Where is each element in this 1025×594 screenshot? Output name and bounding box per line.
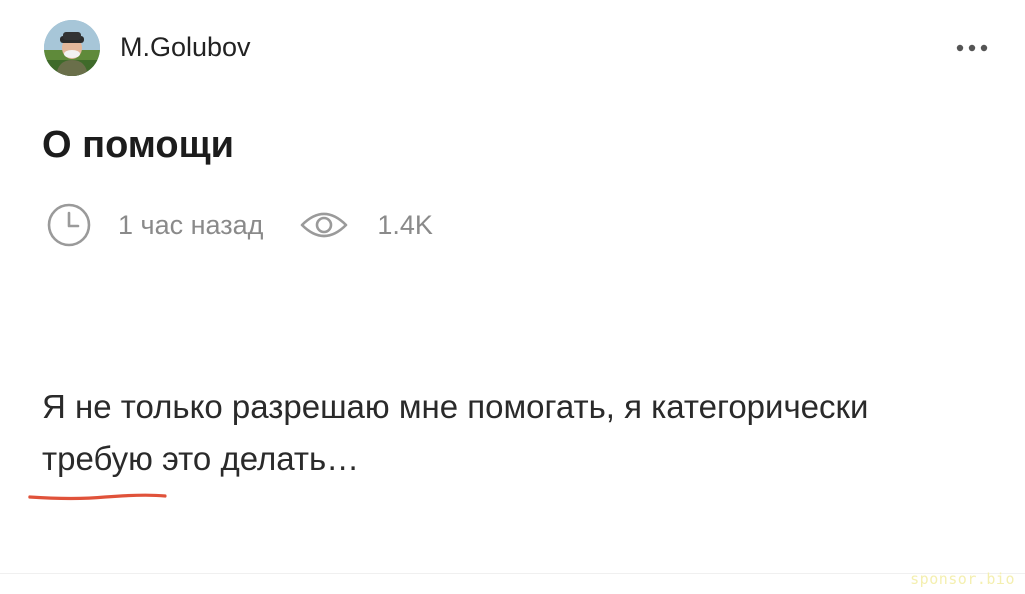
post-views: 1.4K <box>377 209 433 240</box>
post-meta: 1 час назад 1.4K <box>46 203 433 247</box>
watermark: sponsor.bio <box>910 570 1015 588</box>
post-body-text-end: это делать… <box>152 440 360 477</box>
clock-icon <box>46 202 92 248</box>
author-avatar[interactable] <box>44 20 100 76</box>
eye-icon <box>299 209 349 241</box>
post-header: M.Golubov <box>44 20 994 76</box>
post-time: 1 час назад <box>118 209 264 240</box>
red-underline-mark <box>28 491 167 501</box>
more-horizontal-icon <box>956 44 988 52</box>
highlighted-word-text: требую <box>42 440 153 477</box>
post-body-text: Я не только разрешаю мне помогать, я кат… <box>42 388 869 425</box>
post-title[interactable]: О помощи <box>42 121 234 169</box>
post-card: M.Golubov О помощи 1 час назад 1.4K Я не <box>0 0 1025 594</box>
avatar-image <box>44 20 100 76</box>
post-body: Я не только разрешаю мне помогать, я кат… <box>28 381 972 501</box>
author-name[interactable]: M.Golubov <box>120 31 251 63</box>
bottom-divider <box>0 573 1025 574</box>
highlighted-word: требую <box>28 433 167 501</box>
more-options-button[interactable] <box>950 34 994 62</box>
